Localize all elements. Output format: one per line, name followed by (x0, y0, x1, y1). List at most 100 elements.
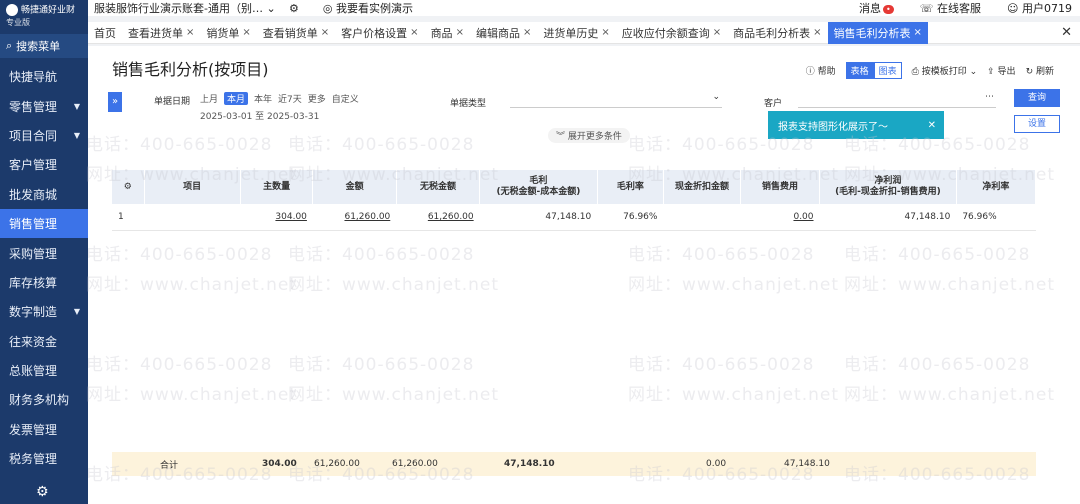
sidebar-item[interactable]: 快捷导航 (0, 62, 88, 91)
query-button[interactable]: 查询 (1014, 89, 1060, 107)
account-switcher[interactable]: 服装服饰行业演示账套-通用（别… ⌄ (94, 0, 289, 16)
column-header[interactable]: 销售费用 (740, 170, 821, 204)
column-header[interactable]: 金额 (312, 170, 397, 204)
settings-button[interactable]: 设置 (1014, 115, 1060, 133)
date-quick-pick[interactable]: 本年 (254, 92, 272, 105)
tab[interactable]: 编辑商品 × (470, 22, 537, 44)
print-label: 按模板打印 (921, 67, 967, 77)
column-header[interactable]: 项目 (144, 170, 241, 204)
sidebar-item[interactable]: 批发商城 (0, 180, 88, 209)
print-button[interactable]: ⎙ 按模板打印 ⌄ (912, 64, 978, 77)
sidebar-item-label: 库存核算 (9, 275, 58, 290)
sidebar-item[interactable]: 项目合同 ▼ (0, 121, 88, 150)
sidebar-item[interactable]: 库存核算 (0, 268, 88, 297)
export-button[interactable]: ⇪ 导出 (987, 64, 1015, 77)
column-header[interactable]: 毛利 (无税金额-成本金额) (479, 170, 598, 204)
column-header[interactable]: 毛利率 (597, 170, 664, 204)
view-table-button[interactable]: 表格 (845, 62, 874, 79)
caret-down-icon: ▼ (73, 307, 80, 317)
tab[interactable]: 商品 × (425, 22, 470, 44)
sidebar-item-label: 销售管理 (9, 217, 58, 232)
column-settings-icon[interactable]: ⚙ (112, 170, 145, 204)
expand-more-conditions[interactable]: ︾ 展开更多条件 (548, 128, 630, 143)
column-header[interactable]: 主数量 (240, 170, 314, 204)
tab[interactable]: 进货单历史 × (537, 22, 615, 44)
date-quick-pick[interactable]: 上月 (200, 92, 218, 105)
close-icon[interactable]: × (186, 27, 194, 38)
date-quick-pick[interactable]: 自定义 (332, 92, 359, 105)
sidebar-item[interactable]: 总账管理 (0, 356, 88, 385)
close-icon[interactable]: ✕ (928, 120, 936, 131)
column-header[interactable]: 现金折扣金额 (663, 170, 741, 204)
tip-text: 报表支持图形化展示了～ (778, 121, 888, 133)
total-gross-profit: 47,148.10 (504, 459, 555, 469)
close-icon[interactable]: × (321, 27, 329, 38)
search-menu[interactable]: ⌕ 搜索菜单 (0, 34, 88, 58)
cell-sales-expense[interactable]: 0.00 (740, 204, 820, 231)
message-button[interactable]: 消息 • (859, 0, 894, 16)
tab[interactable]: 销货单 × (200, 22, 256, 44)
cell-amount[interactable]: 61,260.00 (312, 204, 397, 231)
sidebar-item-label: 总账管理 (9, 364, 58, 379)
tab[interactable]: 查看进货单 × (122, 22, 200, 44)
tab[interactable]: 客户价格设置 × (335, 22, 424, 44)
sidebar-item[interactable]: 发票管理 (0, 415, 88, 444)
more-icon: ⋯ (985, 92, 994, 102)
close-icon[interactable]: × (914, 27, 922, 38)
tab-label: 编辑商品 (475, 26, 520, 40)
sidebar-item[interactable]: 销售管理 (0, 208, 88, 239)
sidebar-item[interactable]: 零售管理 ▼ (0, 91, 88, 120)
close-icon[interactable]: × (456, 27, 464, 38)
help-button[interactable]: ⓘ 帮助 (806, 64, 836, 77)
cell-project (144, 204, 241, 231)
sidebar-item[interactable]: 财务多机构 (0, 385, 88, 414)
tab[interactable]: 查看销货单 × (257, 22, 335, 44)
column-header[interactable]: 无税金额 (396, 170, 481, 204)
watermark: 网址：www.chanjet.net (628, 385, 840, 405)
date-quick-pick[interactable]: 更多 (308, 92, 326, 105)
cell-qty[interactable]: 304.00 (240, 204, 313, 231)
tab-bar: 首页 查看进货单 × 销货单 × 查看销货单 × 客户价格设置 × 商品 × 编辑商品 × 进货单历史 × 应… (88, 21, 1080, 44)
close-icon[interactable]: × (410, 27, 418, 38)
search-menu-label: 搜索菜单 (16, 40, 61, 53)
gear-icon[interactable]: ⚙ (36, 484, 49, 500)
watermark: 电话：400-665-0028 (86, 355, 273, 375)
refresh-button[interactable]: ↻ 刷新 (1026, 64, 1054, 77)
date-range[interactable]: 2025-03-01 至 2025-03-31 (200, 109, 319, 122)
close-icon[interactable]: × (523, 27, 531, 38)
cell-net-margin: 76.96% (956, 204, 1036, 231)
column-header[interactable]: 净利润 (毛利-现金折扣-销售费用) (819, 170, 957, 204)
cell-index: 1 (112, 204, 145, 231)
demo-link[interactable]: ◎ 我要看实例演示 (323, 0, 413, 16)
doc-type-select[interactable]: ⌄ (510, 92, 722, 108)
more-conditions-label: 展开更多条件 (567, 132, 622, 142)
sidebar-item[interactable]: 往来资金 (0, 327, 88, 356)
date-quick-pick[interactable]: 近7天 (278, 92, 302, 105)
column-header[interactable]: 净利率 (956, 170, 1037, 204)
tab[interactable]: 应收应付余额查询 × (616, 22, 727, 44)
view-chart-button[interactable]: 图表 (873, 62, 902, 79)
customer-field[interactable]: ⋯ (798, 92, 996, 108)
close-icon[interactable]: ✕ (1053, 25, 1080, 40)
tab[interactable]: 商品毛利分析表 × (727, 22, 827, 44)
tab-label: 查看销货单 (262, 26, 318, 40)
date-quick-pick[interactable]: 本月 (224, 92, 249, 105)
sidebar-item-label: 税务管理 (9, 452, 58, 467)
tab[interactable]: 销售毛利分析表 × (827, 21, 928, 44)
tab[interactable]: 首页 (88, 22, 122, 44)
close-icon[interactable]: × (601, 27, 609, 38)
sidebar-item[interactable]: 税务管理 (0, 444, 88, 473)
expand-filter-button[interactable]: » (108, 92, 122, 112)
close-icon[interactable]: × (713, 27, 721, 38)
user-menu[interactable]: ☺ 用户0719 (1007, 0, 1072, 16)
close-icon[interactable]: × (242, 27, 250, 38)
main-content: 销售毛利分析(按项目) ⓘ 帮助 表格 图表 ⎙ 按模板打印 ⌄ ⇪ 导出 ↻ … (86, 46, 1080, 504)
cell-amount-ex-tax[interactable]: 61,260.00 (396, 204, 480, 231)
close-icon[interactable]: × (813, 27, 821, 38)
online-service-button[interactable]: ☏ 在线客服 (920, 0, 981, 16)
sidebar-item[interactable]: 采购管理 (0, 238, 88, 267)
sidebar-item[interactable]: 数字制造 ▼ (0, 297, 88, 326)
sidebar-item[interactable]: 客户管理 (0, 150, 88, 179)
settings-icon[interactable]: ⚙ (289, 2, 299, 15)
tab-label: 查看进货单 (128, 26, 183, 40)
